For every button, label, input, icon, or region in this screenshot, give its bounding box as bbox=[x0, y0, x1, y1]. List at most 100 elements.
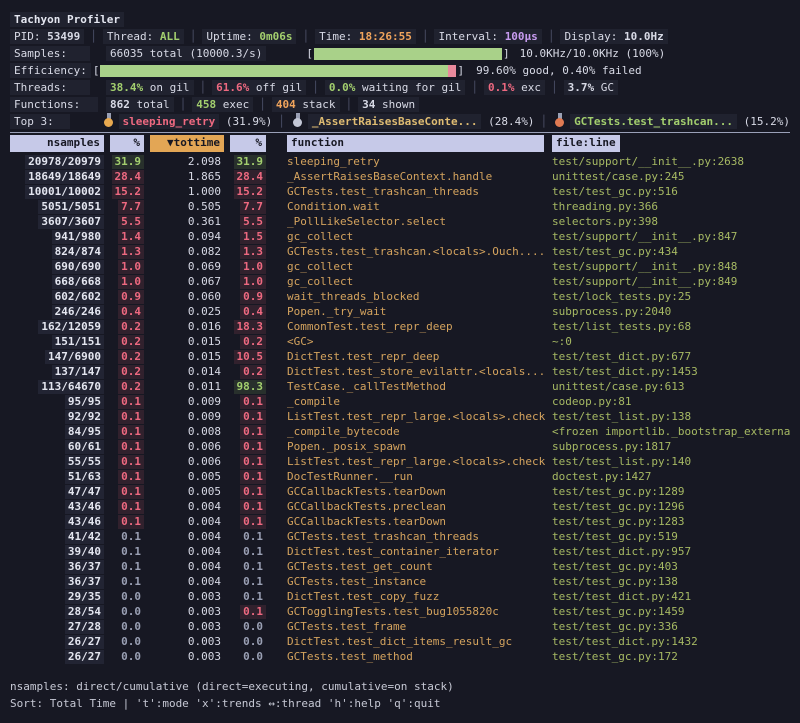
direct-pct-cell: 0.1 bbox=[110, 514, 150, 529]
nsamples-cell: 36/37 bbox=[10, 559, 110, 574]
function-cell: ListTest.test_repr_large.<locals>.check bbox=[272, 409, 550, 424]
direct-pct-cell: 0.1 bbox=[110, 439, 150, 454]
table-row[interactable]: 162/12059 0.2 0.016 18.3 CommonTest.test… bbox=[10, 319, 790, 334]
cum-pct-cell: 0.2 bbox=[230, 334, 272, 349]
table-row[interactable]: 27/28 0.0 0.003 0.0 GCTests.test_frame t… bbox=[10, 619, 790, 634]
table-row[interactable]: 20978/20979 31.9 2.098 31.9 sleeping_ret… bbox=[10, 154, 790, 169]
direct-pct-cell: 0.0 bbox=[110, 589, 150, 604]
table-row[interactable]: 26/27 0.0 0.003 0.0 DictTest.test_dict_i… bbox=[10, 634, 790, 649]
cum-pct-cell: 0.1 bbox=[230, 559, 272, 574]
cum-pct-cell: 98.3 bbox=[230, 379, 272, 394]
table-row[interactable]: 941/980 1.4 0.094 1.5 gc_collect test/su… bbox=[10, 229, 790, 244]
cum-pct-cell: 0.1 bbox=[230, 574, 272, 589]
nsamples-cell: 602/602 bbox=[10, 289, 110, 304]
table-row[interactable]: 92/92 0.1 0.009 0.1 ListTest.test_repr_l… bbox=[10, 409, 790, 424]
direct-pct-cell: 0.1 bbox=[110, 574, 150, 589]
nsamples-cell: 26/27 bbox=[10, 634, 110, 649]
col-file-line[interactable]: file:line bbox=[552, 135, 620, 152]
table-row[interactable]: 28/54 0.0 0.003 0.1 GCTogglingTests.test… bbox=[10, 604, 790, 619]
direct-pct-cell: 0.0 bbox=[110, 649, 150, 664]
table-row[interactable]: 47/47 0.1 0.005 0.1 GCCallbackTests.tear… bbox=[10, 484, 790, 499]
file-line-cell: test/test_list.py:138 bbox=[550, 409, 790, 424]
tottime-cell: 0.015 bbox=[150, 334, 230, 349]
table-row[interactable]: 26/27 0.0 0.003 0.0 GCTests.test_method … bbox=[10, 649, 790, 664]
table-row[interactable]: 137/147 0.2 0.014 0.2 DictTest.test_stor… bbox=[10, 364, 790, 379]
nsamples-cell: 84/95 bbox=[10, 424, 110, 439]
table-row[interactable]: 602/602 0.9 0.060 0.9 wait_threads_block… bbox=[10, 289, 790, 304]
info-label: Display: bbox=[564, 30, 624, 43]
file-line-cell: test/test_gc.py:1283 bbox=[550, 514, 790, 529]
function-stat-label: shown bbox=[382, 98, 415, 111]
function-cell: _AssertRaisesBaseContext.handle bbox=[272, 169, 550, 184]
col-tottime-sorted[interactable]: ▼tottime bbox=[150, 135, 224, 152]
col-direct-pct[interactable]: % bbox=[110, 135, 144, 152]
table-row[interactable]: 824/874 1.3 0.082 1.3 GCTests.test_trash… bbox=[10, 244, 790, 259]
direct-pct-cell: 0.1 bbox=[110, 424, 150, 439]
thread-stat-label: off gil bbox=[256, 81, 302, 94]
direct-pct-cell: 31.9 bbox=[110, 154, 150, 169]
nsamples-cell: 162/12059 bbox=[10, 319, 110, 334]
functions-line: Functions: 862 total│458 exec│404 stack│… bbox=[10, 96, 790, 113]
tottime-cell: 0.011 bbox=[150, 379, 230, 394]
nsamples-cell: 10001/10002 bbox=[10, 184, 110, 199]
separator: │ bbox=[90, 28, 97, 45]
thread-stat-label: waiting for gil bbox=[362, 81, 461, 94]
nsamples-cell: 137/147 bbox=[10, 364, 110, 379]
tottime-cell: 0.006 bbox=[150, 454, 230, 469]
file-line-cell: subprocess.py:1817 bbox=[550, 439, 790, 454]
table-row[interactable]: 60/61 0.1 0.006 0.1 Popen._posix_spawn s… bbox=[10, 439, 790, 454]
table-row[interactable]: 43/46 0.1 0.004 0.1 GCCallbackTests.tear… bbox=[10, 514, 790, 529]
tottime-cell: 1.865 bbox=[150, 169, 230, 184]
direct-pct-cell: 0.2 bbox=[110, 364, 150, 379]
tottime-cell: 0.003 bbox=[150, 619, 230, 634]
table-row[interactable]: 41/42 0.1 0.004 0.1 GCTests.test_trashca… bbox=[10, 529, 790, 544]
col-nsamples[interactable]: nsamples bbox=[10, 135, 104, 152]
cum-pct-cell: 15.2 bbox=[230, 184, 272, 199]
table-row[interactable]: 246/246 0.4 0.025 0.4 Popen._try_wait su… bbox=[10, 304, 790, 319]
table-row[interactable]: 3607/3607 5.5 0.361 5.5 _PollLikeSelecto… bbox=[10, 214, 790, 229]
cum-pct-cell: 0.1 bbox=[230, 454, 272, 469]
footer: nsamples: direct/cumulative (direct=exec… bbox=[10, 678, 790, 712]
separator: │ bbox=[346, 98, 353, 111]
table-row[interactable]: 51/63 0.1 0.005 0.1 DocTestRunner.__run … bbox=[10, 469, 790, 484]
table-row[interactable]: 151/151 0.2 0.015 0.2 <GC> ~:0 bbox=[10, 334, 790, 349]
direct-pct-cell: 1.4 bbox=[110, 229, 150, 244]
info-label: Time: bbox=[319, 30, 359, 43]
function-cell: GCTests.test_trashcan_threads bbox=[272, 184, 550, 199]
table-row[interactable]: 55/55 0.1 0.006 0.1 ListTest.test_repr_l… bbox=[10, 454, 790, 469]
table-row[interactable]: 18649/18649 28.4 1.865 28.4 _AssertRaise… bbox=[10, 169, 790, 184]
nsamples-cell: 3607/3607 bbox=[10, 214, 110, 229]
table-row[interactable]: 10001/10002 15.2 1.000 15.2 GCTests.test… bbox=[10, 184, 790, 199]
table-row[interactable]: 668/668 1.0 0.067 1.0 gc_collect test/su… bbox=[10, 274, 790, 289]
table-row[interactable]: 36/37 0.1 0.004 0.1 GCTests.test_instanc… bbox=[10, 574, 790, 589]
cum-pct-cell: 0.9 bbox=[230, 289, 272, 304]
table-row[interactable]: 39/40 0.1 0.004 0.1 DictTest.test_contai… bbox=[10, 544, 790, 559]
file-line-cell: test/test_gc.py:1296 bbox=[550, 499, 790, 514]
tottime-cell: 0.014 bbox=[150, 364, 230, 379]
table-row[interactable]: 5051/5051 7.7 0.505 7.7 Condition.wait t… bbox=[10, 199, 790, 214]
table-row[interactable]: 36/37 0.1 0.004 0.1 GCTests.test_get_cou… bbox=[10, 559, 790, 574]
file-line-cell: test/test_dict.py:677 bbox=[550, 349, 790, 364]
cum-pct-cell: 0.1 bbox=[230, 409, 272, 424]
table-row[interactable]: 43/46 0.1 0.004 0.1 GCCallbackTests.prec… bbox=[10, 499, 790, 514]
separator: │ bbox=[200, 81, 207, 94]
table-row[interactable]: 29/35 0.0 0.003 0.1 DictTest.test_copy_f… bbox=[10, 589, 790, 604]
col-cum-pct[interactable]: % bbox=[230, 135, 266, 152]
function-cell: sleeping_retry bbox=[272, 154, 550, 169]
cum-pct-cell: 7.7 bbox=[230, 199, 272, 214]
file-line-cell: test/support/__init__.py:847 bbox=[550, 229, 790, 244]
file-line-cell: test/test_dict.py:1453 bbox=[550, 364, 790, 379]
top3-entry: sleeping_retry bbox=[119, 114, 220, 129]
tottime-cell: 2.098 bbox=[150, 154, 230, 169]
cum-pct-cell: 0.0 bbox=[230, 634, 272, 649]
col-function[interactable]: function bbox=[287, 135, 544, 152]
file-line-cell: <frozen importlib._bootstrap_external bbox=[550, 424, 790, 439]
footer-keybinds: Sort: Total Time | 't':mode 'x':trends ↔… bbox=[10, 695, 790, 712]
table-row[interactable]: 147/6900 0.2 0.015 10.5 DictTest.test_re… bbox=[10, 349, 790, 364]
table-row[interactable]: 690/690 1.0 0.069 1.0 gc_collect test/su… bbox=[10, 259, 790, 274]
table-row[interactable]: 113/64670 0.2 0.011 98.3 TestCase._callT… bbox=[10, 379, 790, 394]
table-row[interactable]: 84/95 0.1 0.008 0.1 _compile_bytecode <f… bbox=[10, 424, 790, 439]
function-stat-value: 862 bbox=[110, 98, 137, 111]
file-line-cell: test/test_dict.py:957 bbox=[550, 544, 790, 559]
table-row[interactable]: 95/95 0.1 0.009 0.1 _compile codeop.py:8… bbox=[10, 394, 790, 409]
